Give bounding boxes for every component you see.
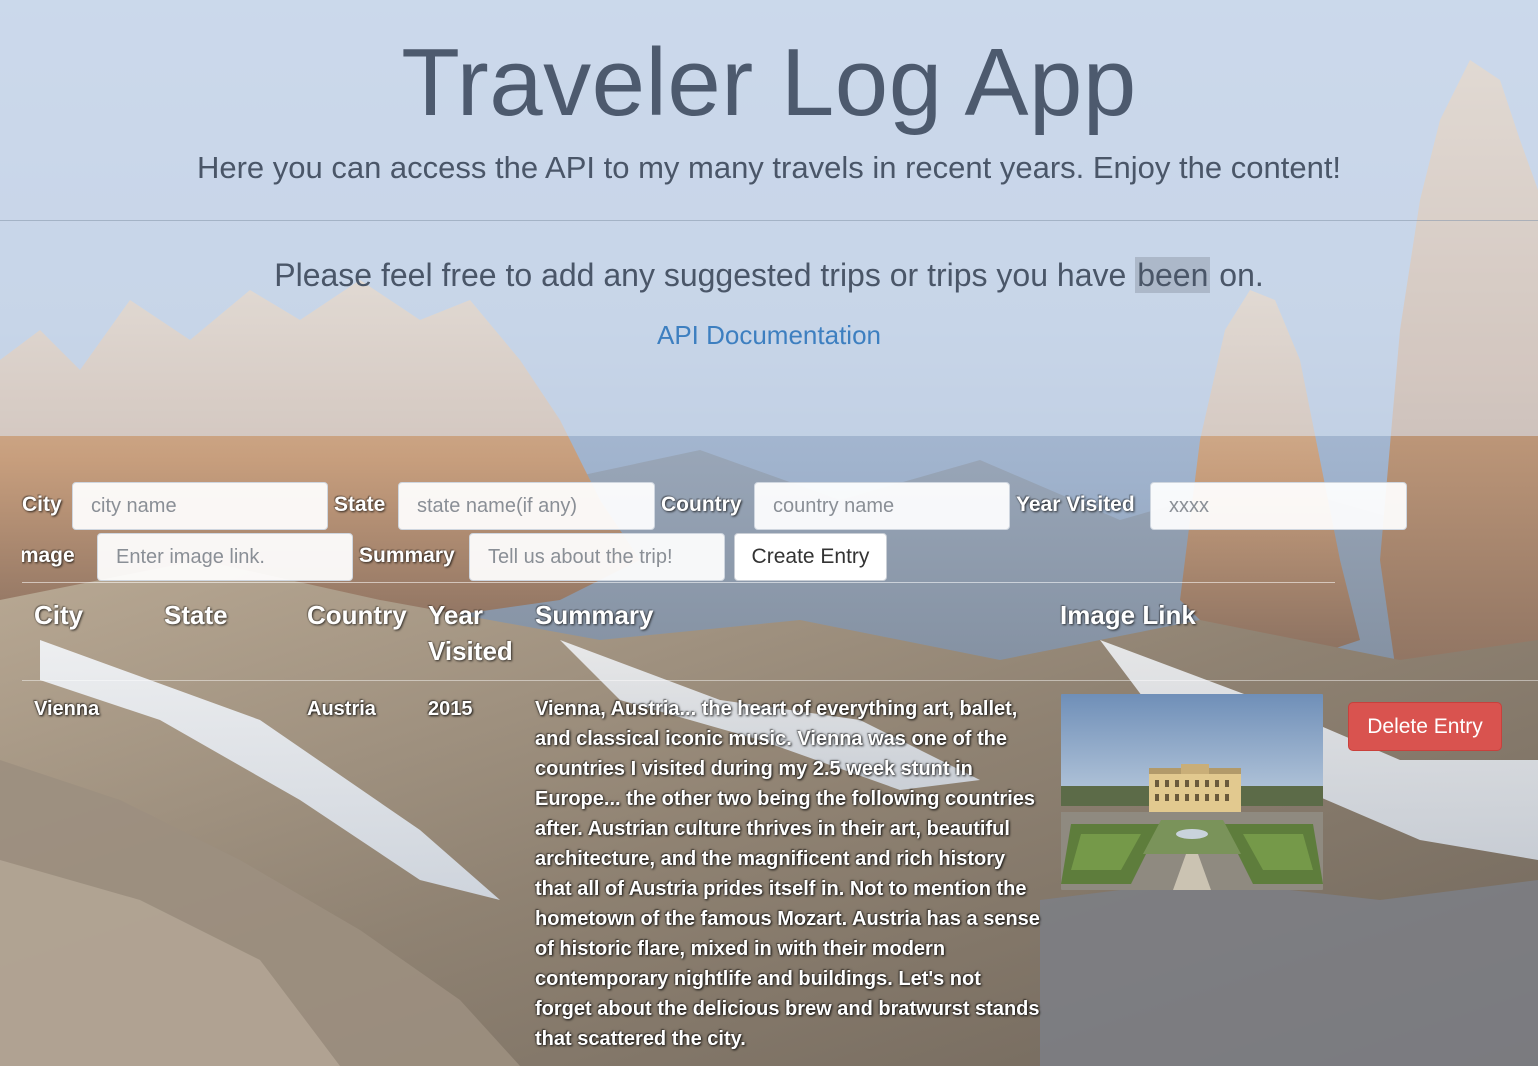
image-label: Image [14, 544, 75, 567]
cell-summary: Vienna, Austria... the heart of everythi… [535, 698, 1040, 1050]
state-label: State [334, 493, 386, 516]
column-header-city: City [34, 600, 84, 630]
column-header-image-link: Image Link [1060, 600, 1196, 630]
entry-image-palace-garden [1061, 694, 1323, 890]
delete-entry-button[interactable]: Delete Entry [1348, 702, 1502, 751]
selected-text-highlight: been [1135, 257, 1211, 293]
api-documentation-link[interactable]: API Documentation [0, 318, 1538, 352]
country-input[interactable] [754, 482, 1010, 530]
year-visited-input[interactable] [1150, 482, 1407, 530]
table-header-divider [22, 680, 1538, 681]
palace-garden-photo [1061, 694, 1323, 890]
create-entry-button[interactable]: Create Entry [734, 533, 887, 581]
form-divider [22, 582, 1335, 583]
column-header-country: Country [307, 600, 407, 630]
column-header-state: State [164, 600, 228, 630]
invite-text: Please feel free to add any suggested tr… [0, 255, 1538, 295]
column-header-summary: Summary [535, 600, 654, 630]
page-title: Traveler Log App [401, 29, 1137, 136]
invite-text-start: Please feel free to add any suggested tr… [274, 257, 1136, 293]
image-link-input[interactable] [97, 533, 353, 581]
year-visited-label: Year Visited [1016, 493, 1135, 516]
cell-country: Austria [307, 698, 376, 720]
invite-text-end: on. [1210, 257, 1264, 293]
header-divider [0, 220, 1538, 221]
summary-label: Summary [359, 544, 455, 567]
city-label: City [22, 493, 62, 516]
city-input[interactable] [72, 482, 328, 530]
cell-year-visited: 2015 [428, 698, 473, 720]
summary-input[interactable] [469, 533, 725, 581]
page-subtitle: Here you can access the API to my many t… [196, 150, 1342, 185]
state-input[interactable] [398, 482, 655, 530]
column-header-year-visited: Year Visited [428, 600, 513, 666]
country-label: Country [661, 493, 742, 516]
cell-city: Vienna [34, 698, 100, 720]
